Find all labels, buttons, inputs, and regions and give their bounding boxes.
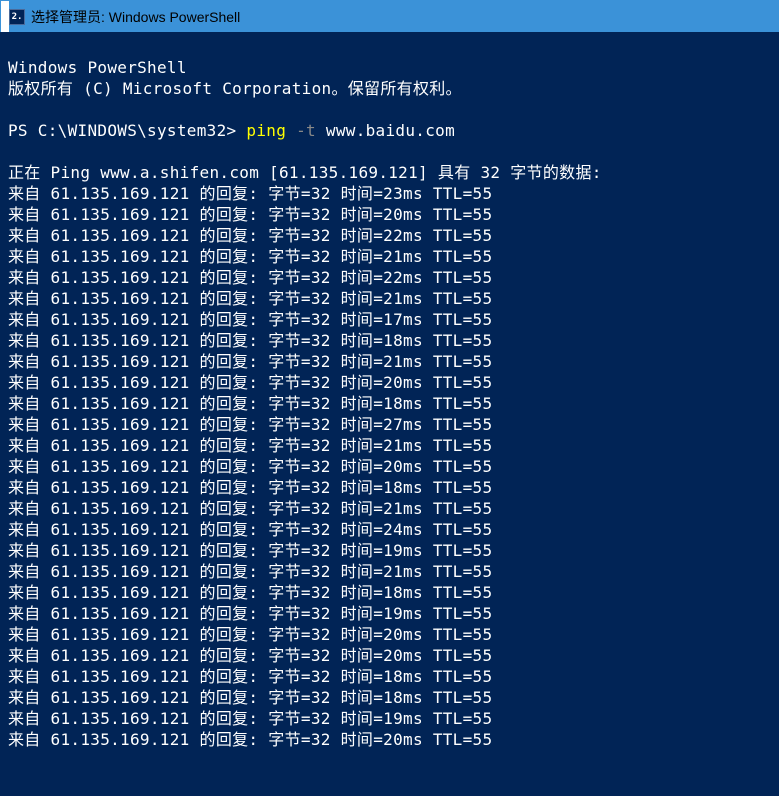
ping-header: 正在 Ping www.a.shifen.com [61.135.169.121… [8, 163, 602, 182]
command-flag: -t [296, 121, 316, 140]
prompt-path: PS C:\WINDOWS\system32> [8, 121, 236, 140]
window-title: 选择管理员: Windows PowerShell [31, 7, 240, 27]
ps-header-line2: 版权所有 (C) Microsoft Corporation。保留所有权利。 [8, 79, 462, 98]
window-titlebar[interactable]: 2. 选择管理员: Windows PowerShell [0, 0, 779, 32]
terminal-output[interactable]: Windows PowerShell 版权所有 (C) Microsoft Co… [0, 32, 779, 754]
command-target: www.baidu.com [326, 121, 455, 140]
ping-reply-list: 来自 61.135.169.121 的回复: 字节=32 时间=23ms TTL… [8, 184, 492, 749]
command-name: ping [246, 121, 286, 140]
titlebar-content: 2. 选择管理员: Windows PowerShell [9, 1, 778, 32]
ps-header-line1: Windows PowerShell [8, 58, 187, 77]
powershell-icon: 2. [9, 9, 25, 25]
